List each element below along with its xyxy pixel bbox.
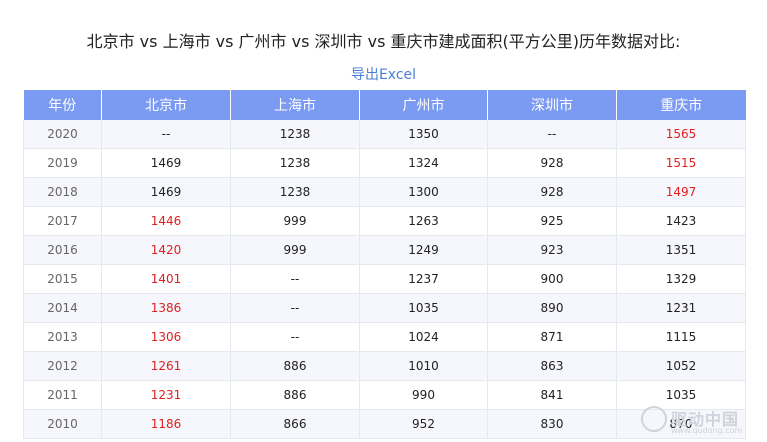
year-cell: 2017 — [23, 206, 102, 236]
watermark: 驱动中国 www.qudong.com — [641, 404, 761, 438]
value-cell: 1010 — [359, 351, 488, 381]
value-cell: 1420 — [101, 235, 231, 265]
value-cell: -- — [230, 322, 360, 352]
value-cell: 999 — [230, 235, 360, 265]
comparison-table: 年份 北京市 上海市 广州市 深圳市 重庆市 2020 -- 1238 1350 -- 1… — [23, 90, 746, 439]
header-chongqing: 重庆市 — [616, 90, 746, 120]
table-header-row: 年份 北京市 上海市 广州市 深圳市 重庆市 — [23, 90, 746, 120]
value-cell: 1469 — [101, 148, 231, 178]
value-cell: 990 — [359, 380, 488, 410]
header-beijing: 北京市 — [101, 90, 231, 120]
value-cell: 1386 — [101, 293, 231, 323]
table-row: 2020 -- 1238 1350 -- 1565 — [23, 120, 746, 149]
value-cell: 863 — [487, 351, 617, 381]
value-cell: 1329 — [616, 264, 746, 294]
value-cell: 1238 — [230, 148, 360, 178]
year-cell: 2010 — [23, 409, 102, 439]
value-cell: 1186 — [101, 409, 231, 439]
value-cell: 890 — [487, 293, 617, 323]
value-cell: 1024 — [359, 322, 488, 352]
year-cell: 2018 — [23, 177, 102, 207]
table-row: 2017 1446 999 1263 925 1423 — [23, 206, 746, 236]
value-cell: 866 — [230, 409, 360, 439]
value-cell: 900 — [487, 264, 617, 294]
value-cell: 923 — [487, 235, 617, 265]
value-cell: 886 — [230, 351, 360, 381]
watermark-logo-icon — [641, 406, 667, 432]
value-cell: 830 — [487, 409, 617, 439]
value-cell: 1237 — [359, 264, 488, 294]
value-cell: 1261 — [101, 351, 231, 381]
year-cell: 2019 — [23, 148, 102, 178]
value-cell: 1115 — [616, 322, 746, 352]
year-cell: 2013 — [23, 322, 102, 352]
page: 北京市 vs 上海市 vs 广州市 vs 深圳市 vs 重庆市建成面积(平方公里… — [0, 0, 767, 442]
value-cell: 952 — [359, 409, 488, 439]
table-row: 2019 1469 1238 1324 928 1515 — [23, 148, 746, 178]
table-row: 2016 1420 999 1249 923 1351 — [23, 235, 746, 265]
page-title: 北京市 vs 上海市 vs 广州市 vs 深圳市 vs 重庆市建成面积(平方公里… — [86, 32, 681, 51]
table-body: 2020 -- 1238 1350 -- 1565 2019 1469 1238 1324 928 1… — [23, 120, 746, 439]
value-cell: 999 — [230, 206, 360, 236]
value-cell: 925 — [487, 206, 617, 236]
header-year: 年份 — [23, 90, 102, 120]
value-cell: -- — [101, 120, 231, 149]
table-row: 2012 1261 886 1010 863 1052 — [23, 351, 746, 381]
header-shenzhen: 深圳市 — [487, 90, 617, 120]
table-row: 2018 1469 1238 1300 928 1497 — [23, 177, 746, 207]
value-cell: 1306 — [101, 322, 231, 352]
value-cell: 1231 — [101, 380, 231, 410]
value-cell: -- — [230, 293, 360, 323]
year-cell: 2011 — [23, 380, 102, 410]
value-cell: 928 — [487, 148, 617, 178]
header-shanghai: 上海市 — [230, 90, 360, 120]
year-cell: 2015 — [23, 264, 102, 294]
value-cell: 1052 — [616, 351, 746, 381]
value-cell: 1300 — [359, 177, 488, 207]
value-cell: 1401 — [101, 264, 231, 294]
value-cell: 1469 — [101, 177, 231, 207]
value-cell: -- — [230, 264, 360, 294]
value-cell: 1324 — [359, 148, 488, 178]
value-cell: 1497 — [616, 177, 746, 207]
year-cell: 2014 — [23, 293, 102, 323]
header-guangzhou: 广州市 — [359, 90, 488, 120]
value-cell: 1035 — [359, 293, 488, 323]
table-row: 2010 1186 866 952 830 870 — [23, 409, 746, 439]
value-cell: 1263 — [359, 206, 488, 236]
value-cell: 1238 — [230, 120, 360, 149]
value-cell: 1565 — [616, 120, 746, 149]
year-cell: 2016 — [23, 235, 102, 265]
value-cell: 841 — [487, 380, 617, 410]
table-row: 2013 1306 -- 1024 871 1115 — [23, 322, 746, 352]
watermark-url: www.qudong.com — [671, 426, 743, 435]
value-cell: 1350 — [359, 120, 488, 149]
year-cell: 2020 — [23, 120, 102, 149]
value-cell: 928 — [487, 177, 617, 207]
table-row: 2015 1401 -- 1237 900 1329 — [23, 264, 746, 294]
value-cell: 871 — [487, 322, 617, 352]
export-excel-link[interactable]: 导出Excel — [0, 64, 767, 84]
table-row: 2011 1231 886 990 841 1035 — [23, 380, 746, 410]
value-cell: 1515 — [616, 148, 746, 178]
value-cell: 1423 — [616, 206, 746, 236]
value-cell: 1231 — [616, 293, 746, 323]
table-row: 2014 1386 -- 1035 890 1231 — [23, 293, 746, 323]
year-cell: 2012 — [23, 351, 102, 381]
value-cell: -- — [487, 120, 617, 149]
value-cell: 1238 — [230, 177, 360, 207]
value-cell: 1351 — [616, 235, 746, 265]
value-cell: 886 — [230, 380, 360, 410]
value-cell: 1249 — [359, 235, 488, 265]
value-cell: 1446 — [101, 206, 231, 236]
